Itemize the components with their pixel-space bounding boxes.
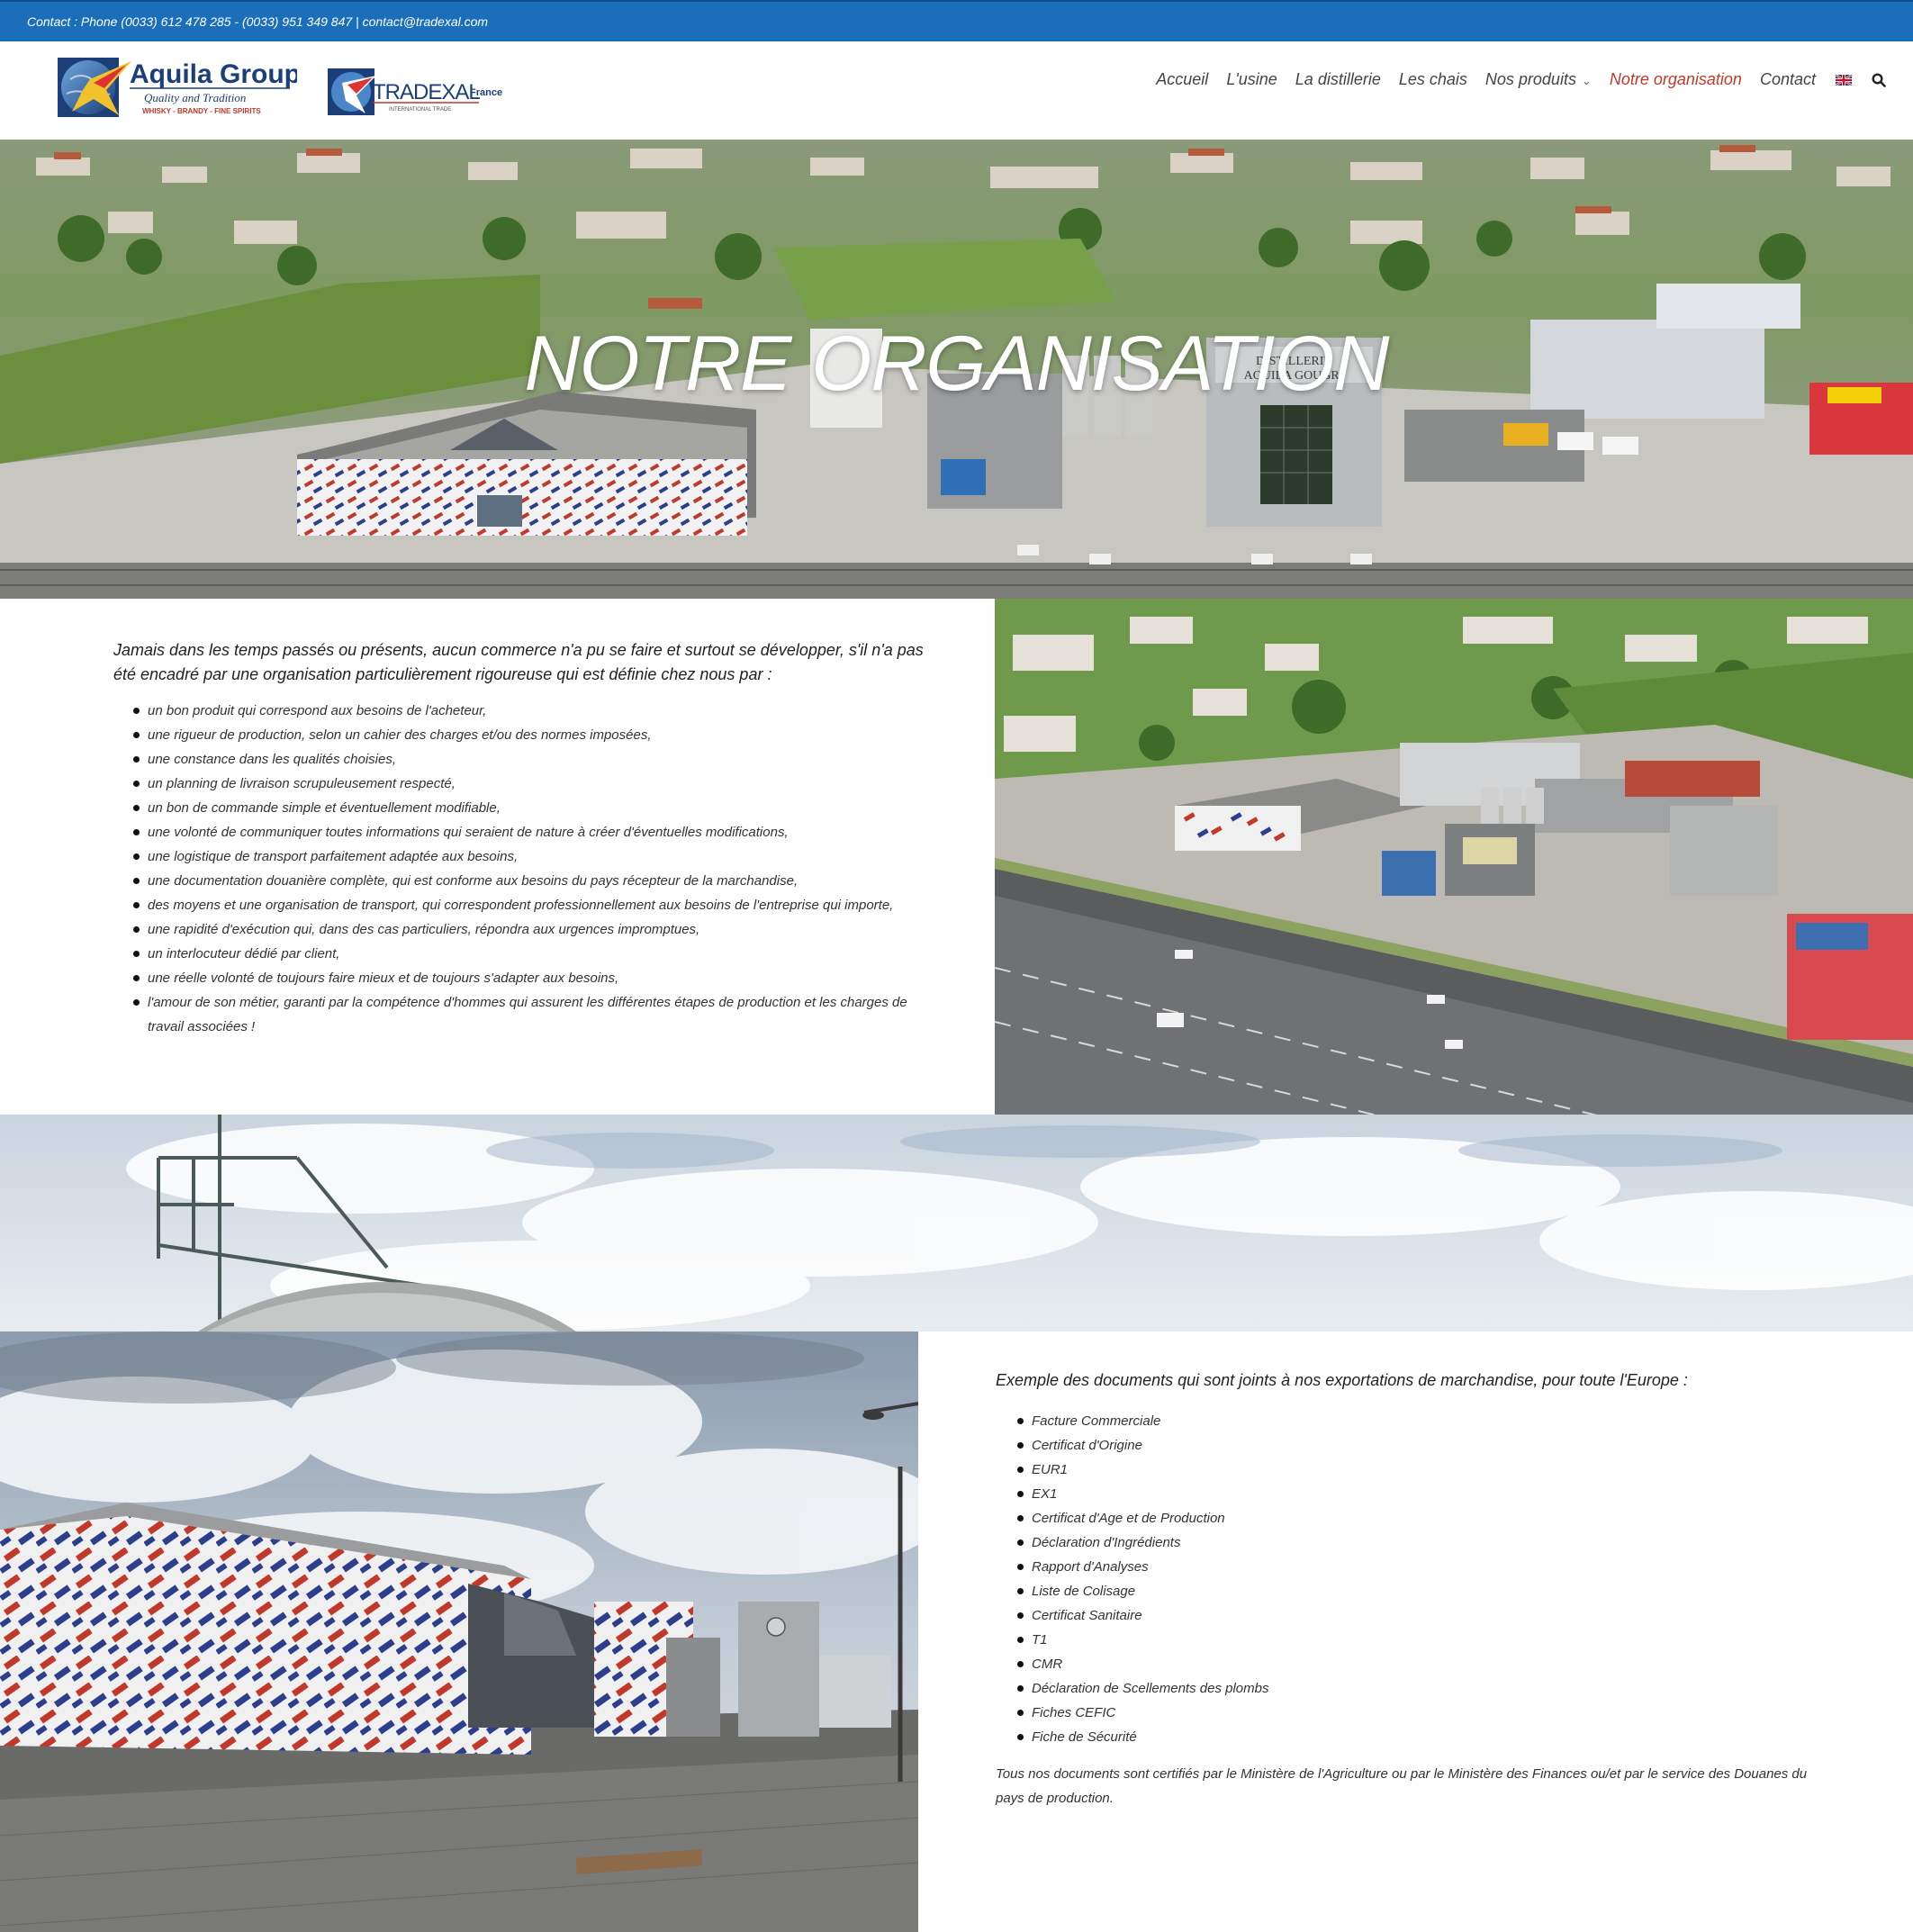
search-icon[interactable] (1872, 72, 1886, 87)
site-header: Aquila Group Quality and Tradition WHISK… (0, 41, 1913, 140)
list-item: Déclaration de Scellements des plombs (1017, 1676, 1268, 1701)
list-item: Liste de Colisage (1017, 1579, 1268, 1603)
list-item: une logistique de transport parfaitement… (133, 844, 925, 869)
list-item: T1 (1017, 1628, 1268, 1652)
aquila-logo-name: Aquila Group (130, 59, 297, 89)
tradexal-logo[interactable]: TRADEXAL France INTERNATIONAL TRADE (326, 65, 506, 119)
tradexal-logo-country: France (470, 87, 502, 98)
list-item: un interlocuteur dédié par client, (133, 942, 925, 966)
list-item: une réelle volonté de toujours faire mie… (133, 966, 925, 990)
list-item: Fiches CEFIC (1017, 1701, 1268, 1725)
nav-item-usine[interactable]: L'usine (1226, 70, 1277, 89)
organisation-list: un bon produit qui correspond aux besoin… (133, 699, 925, 1039)
nav-item-contact[interactable]: Contact (1760, 70, 1816, 89)
nav-item-produits[interactable]: Nos produits ⌄ (1485, 70, 1592, 89)
nav-item-produits-label: Nos produits (1484, 70, 1576, 88)
hero-banner: DISTILLERIE AQUILA GOUGRI NOTRE ORGANISA… (0, 140, 1913, 599)
aquila-group-logo[interactable]: Aquila Group Quality and Tradition WHISK… (54, 52, 297, 122)
list-item: une constance dans les qualités choisies… (133, 747, 925, 772)
list-item: CMR (1017, 1652, 1268, 1676)
tradexal-logo-sub: INTERNATIONAL TRADE (389, 107, 451, 113)
chevron-down-icon: ⌄ (1581, 74, 1592, 87)
list-item: Certificat d'Age et de Production (1017, 1506, 1268, 1530)
list-item: un planning de livraison scrupuleusement… (133, 772, 925, 796)
aquila-logo-products: WHISKY - BRANDY - FINE SPIRITS (142, 107, 261, 115)
list-item: l'amour de son métier, garanti par la co… (133, 990, 925, 1039)
list-item: des moyens et une organisation de transp… (133, 893, 925, 917)
tradexal-logo-name: TRADEXAL (373, 80, 480, 104)
list-item: Certificat Sanitaire (1017, 1603, 1268, 1628)
list-item: Fiche de Sécurité (1017, 1725, 1268, 1749)
documents-certification-note: Tous nos documents sont certifiés par le… (996, 1766, 1808, 1806)
nav-item-distillerie[interactable]: La distillerie (1295, 70, 1381, 89)
organisation-section: Jamais dans les temps passés ou présents… (0, 599, 995, 1115)
distillery-building-image (0, 1332, 918, 1932)
contact-info[interactable]: Contact : Phone (0033) 612 478 285 - (00… (27, 14, 488, 29)
uk-flag-icon[interactable] (1836, 74, 1852, 86)
nav-item-accueil[interactable]: Accueil (1156, 70, 1208, 89)
page-title: NOTRE ORGANISATION (524, 320, 1390, 407)
top-contact-bar: Contact : Phone (0033) 612 478 285 - (00… (0, 0, 1913, 41)
list-item: une rapidité d'exécution qui, dans des c… (133, 917, 925, 942)
list-item: une volonté de communiquer toutes inform… (133, 820, 925, 844)
organisation-intro: Jamais dans les temps passés ou présents… (113, 641, 924, 683)
list-item: Déclaration d'Ingrédients (1017, 1530, 1268, 1555)
sky-banner-image (0, 1115, 1913, 1332)
list-item: Rapport d'Analyses (1017, 1555, 1268, 1579)
list-item: une rigueur de production, selon un cahi… (133, 723, 925, 747)
documents-section: Exemple des documents qui sont joints à … (918, 1332, 1913, 1932)
documents-intro: Exemple des documents qui sont joints à … (996, 1371, 1688, 1389)
list-item: Facture Commerciale (1017, 1409, 1268, 1433)
list-item: une documentation douanière complète, qu… (133, 869, 925, 893)
list-item: Certificat d'Origine (1017, 1433, 1268, 1458)
nav-item-organisation[interactable]: Notre organisation (1610, 70, 1742, 89)
list-item: un bon produit qui correspond aux besoin… (133, 699, 925, 723)
list-item: EX1 (1017, 1482, 1268, 1506)
main-nav: Accueil L'usine La distillerie Les chais… (1138, 70, 1886, 89)
aerial-factory-image (995, 599, 1913, 1115)
list-item: un bon de commande simple et éventuellem… (133, 796, 925, 820)
documents-list: Facture Commerciale Certificat d'Origine… (1017, 1409, 1268, 1749)
aquila-logo-tagline: Quality and Tradition (144, 91, 246, 104)
list-item: EUR1 (1017, 1458, 1268, 1482)
nav-item-chais[interactable]: Les chais (1399, 70, 1467, 89)
